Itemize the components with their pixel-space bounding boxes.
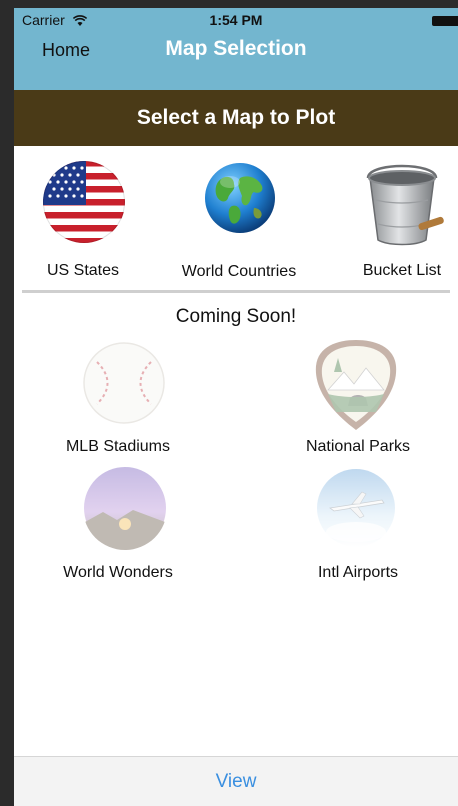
globe-icon <box>204 162 276 234</box>
coming-soon-intl-airports: Intl Airports <box>284 464 432 584</box>
status-time: 1:54 PM <box>209 12 263 28</box>
view-button[interactable]: View <box>216 771 257 793</box>
coming-soon-label: MLB Stadiums <box>65 438 171 455</box>
map-tile-label: US States <box>46 262 120 279</box>
navigation-bar: Carrier 1:54 PM Home Map Selection <box>14 8 458 90</box>
map-tile-us-states[interactable]: US States <box>22 158 144 279</box>
bucket-icon <box>358 160 446 246</box>
map-tile-world-countries[interactable]: World Countries <box>172 158 306 280</box>
section-divider <box>22 290 450 293</box>
baseball-icon <box>83 342 165 424</box>
nav-title: Map Selection <box>165 37 307 60</box>
coming-soon-mlb-stadiums: MLB Stadiums <box>48 338 188 456</box>
airplane-icon <box>316 468 396 548</box>
app-screen: Carrier 1:54 PM Home Map Selection Selec… <box>14 8 458 806</box>
us-flag-icon <box>42 160 126 244</box>
map-tile-bucket-list[interactable]: Bucket List <box>346 158 458 279</box>
section-header-title: Select a Map to Plot <box>136 106 336 129</box>
map-tile-label: World Countries <box>181 263 297 280</box>
section-header: Select a Map to Plot <box>14 90 458 146</box>
coming-soon-heading: Coming Soon! <box>175 306 297 327</box>
battery-icon <box>432 16 458 26</box>
coming-soon-national-parks: National Parks <box>284 338 432 456</box>
coming-soon-label: World Wonders <box>63 564 173 581</box>
bottom-toolbar: View <box>14 756 458 806</box>
coming-soon-label: National Parks <box>305 438 411 455</box>
map-tile-label: Bucket List <box>362 262 442 279</box>
world-wonders-icon <box>83 466 167 550</box>
coming-soon-label: Intl Airports <box>317 564 399 581</box>
coming-soon-world-wonders: World Wonders <box>48 464 188 584</box>
national-park-service-icon <box>314 338 398 432</box>
